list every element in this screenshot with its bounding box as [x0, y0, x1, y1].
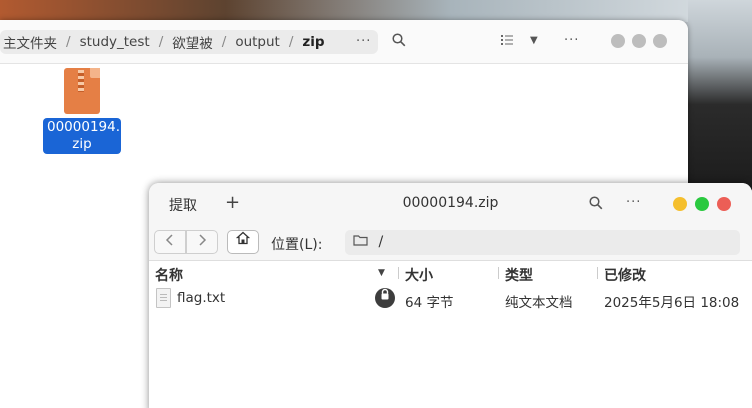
column-headers: 名称 ▼ 大小 类型 已修改	[149, 261, 752, 285]
row-file-type: 纯文本文档	[505, 295, 573, 311]
more-menu-icon[interactable]: ···	[564, 33, 579, 48]
maximize-button[interactable]	[632, 34, 646, 48]
maximize-button[interactable]	[695, 197, 709, 211]
more-menu-icon[interactable]: ···	[626, 195, 641, 210]
zip-archive-icon	[64, 68, 100, 114]
column-modified[interactable]: 已修改	[604, 265, 646, 285]
zip-file-item[interactable]: 00000194. zip	[43, 68, 121, 154]
desktop-top-bar	[0, 0, 752, 22]
close-button[interactable]	[653, 34, 667, 48]
archive-header: 提取 + 00000194.zip ···	[149, 183, 752, 225]
breadcrumb-home[interactable]: 主文件夹	[0, 32, 60, 52]
breadcrumb-output[interactable]: output	[232, 34, 283, 50]
archive-manager-window: 提取 + 00000194.zip ··· 位置(L): / 名称 ▼ 大小 类…	[149, 183, 752, 408]
path-more-button[interactable]: ···	[356, 34, 371, 49]
breadcrumb-separator: /	[66, 34, 71, 50]
extract-button[interactable]: 提取	[169, 195, 197, 215]
breadcrumb-current[interactable]: zip	[299, 34, 327, 50]
location-label: 位置(L):	[271, 237, 323, 253]
column-name[interactable]: 名称	[155, 265, 183, 285]
row-file-size: 64 字节	[405, 295, 454, 311]
row-file-modified: 2025年5月6日 18:08	[604, 295, 740, 311]
lock-icon	[375, 288, 395, 308]
search-icon[interactable]	[589, 196, 603, 214]
breadcrumb-separator: /	[158, 34, 164, 50]
text-file-icon	[156, 288, 171, 308]
location-field[interactable]: /	[345, 230, 740, 255]
home-button[interactable]	[227, 230, 259, 254]
breadcrumb-separator: /	[288, 34, 294, 50]
chevron-down-icon[interactable]: ▼	[530, 35, 538, 46]
sort-descending-icon[interactable]: ▼	[378, 268, 385, 278]
breadcrumb: 主文件夹 / study_test / 欲望被 / output / zip	[0, 30, 378, 54]
row-file-name: flag.txt	[177, 290, 226, 306]
close-button[interactable]	[717, 197, 731, 211]
column-type[interactable]: 类型	[505, 265, 533, 285]
back-button[interactable]	[154, 230, 186, 254]
home-icon	[235, 231, 251, 245]
search-icon[interactable]	[392, 33, 406, 51]
breadcrumb-folder[interactable]: 欲望被	[169, 32, 216, 52]
location-toolbar: 位置(L): /	[149, 225, 752, 261]
folder-icon	[353, 234, 372, 250]
file-name-label: 00000194. zip	[43, 118, 121, 154]
table-row[interactable]: flag.txt 64 字节 纯文本文档 2025年5月6日 18:08	[149, 285, 752, 311]
forward-button[interactable]	[186, 230, 218, 254]
minimize-button[interactable]	[611, 34, 625, 48]
minimize-button[interactable]	[673, 197, 687, 211]
breadcrumb-study-test[interactable]: study_test	[77, 34, 153, 50]
desktop-background	[688, 0, 752, 190]
breadcrumb-separator: /	[221, 34, 227, 50]
file-manager-header: 主文件夹 / study_test / 欲望被 / output / zip ·…	[0, 20, 688, 64]
list-view-icon[interactable]	[500, 33, 514, 51]
add-icon[interactable]: +	[225, 192, 240, 213]
column-size[interactable]: 大小	[405, 265, 433, 285]
location-path: /	[378, 234, 384, 250]
